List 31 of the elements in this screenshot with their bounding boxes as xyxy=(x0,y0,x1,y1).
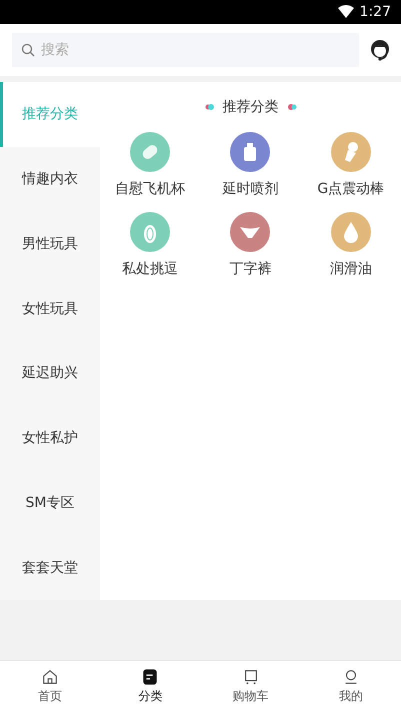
tab-bar-item[interactable]: 分类 xyxy=(100,661,200,710)
tab-bar-item[interactable]: 我的 xyxy=(300,661,401,710)
category-label[interactable]: 延时喷剂 xyxy=(222,180,278,198)
category-label[interactable]: 私处挑逗 xyxy=(122,260,178,278)
search-field[interactable]: 搜索 xyxy=(12,33,359,67)
category-icon[interactable] xyxy=(330,132,371,172)
sidebar-item[interactable]: 女性私护 xyxy=(0,406,100,470)
sidebar-item[interactable]: 男性玩具 xyxy=(0,212,100,276)
home-icon xyxy=(41,668,60,686)
dot-icon xyxy=(204,104,214,110)
category-label[interactable]: 自慰飞机杯 xyxy=(115,180,186,198)
sidebar-item[interactable]: 情趣内衣 xyxy=(0,146,100,212)
tab-bar-item[interactable]: 购物车 xyxy=(200,661,301,710)
category-label[interactable]: 丁字裤 xyxy=(229,260,272,278)
tab-bar-item[interactable]: 首页 xyxy=(0,661,100,710)
sidebar-item[interactable]: SM专区 xyxy=(0,470,100,536)
dot-icon xyxy=(286,104,296,110)
category-label[interactable]: 润滑油 xyxy=(330,260,372,278)
category-label[interactable]: G点震动棒 xyxy=(317,180,384,198)
sidebar-item[interactable]: 套套天堂 xyxy=(0,535,100,600)
category-icon[interactable] xyxy=(130,212,170,252)
section-title: 推荐分类 xyxy=(222,98,278,116)
category-icon[interactable] xyxy=(230,212,270,252)
sidebar-item[interactable]: 女性玩具 xyxy=(0,276,100,341)
sidebar-item[interactable]: 延迟助兴 xyxy=(0,341,100,406)
status-time: 1:27 xyxy=(360,4,391,20)
wifi-icon xyxy=(338,5,354,19)
category-icon[interactable] xyxy=(230,132,270,172)
category-icon[interactable] xyxy=(330,212,371,252)
category-icon[interactable] xyxy=(130,132,170,172)
category-icon xyxy=(141,668,160,686)
